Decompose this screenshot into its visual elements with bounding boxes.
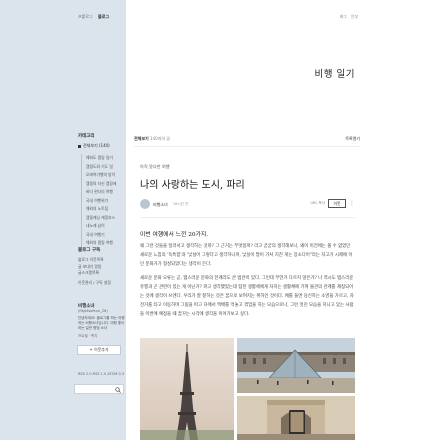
profile-id: (flightsofeun_26) xyxy=(78,309,108,313)
arc-de-triomphe-image xyxy=(237,396,355,440)
search-icon[interactable] xyxy=(115,387,121,393)
prologue-link[interactable]: 프롤로그 xyxy=(78,14,93,19)
post-actions: URL 복사 이웃 ⋮ xyxy=(311,199,355,208)
sidebar: 프롤로그 블로그 카테고리 전체보기 (140) 해외도 캠핑 일기 캠핑도와 … xyxy=(0,0,126,440)
subscribe-list: 블로그 이웃목록 글 보내기 알림 글스크랩목록 xyxy=(78,257,111,277)
header-top-links: 태그 안부 xyxy=(337,14,358,20)
blog-link[interactable]: 블로그 xyxy=(98,14,109,19)
louvre-pyramid-photo[interactable] xyxy=(237,338,355,393)
category-item[interactable]: 내노래 남이 xyxy=(86,222,116,231)
subscribe-section: 블로그 구독 블로그 이웃목록 글 보내기 알림 글스크랩목록 이웃관리 / 구… xyxy=(78,247,111,286)
category-item[interactable]: 캠핑캐닝 캐핑호스 xyxy=(86,214,116,223)
folder-icon xyxy=(78,144,81,148)
arc-de-triomphe-photo[interactable] xyxy=(237,396,355,440)
eiffel-tower-image xyxy=(140,338,234,440)
category-all-label: 전체보기 (140) xyxy=(83,143,110,148)
category-item[interactable]: 캠핑도와 기도 일 xyxy=(86,163,116,172)
louvre-image xyxy=(237,338,355,393)
author-name[interactable]: 비행소녀 xyxy=(153,202,168,208)
profile-section: 비행소녀 (flightsofeun_26) 안녕하세요! 블로그를 하는 여행… xyxy=(78,303,126,339)
neighbor-button[interactable]: 이웃 xyxy=(328,199,346,208)
category-item[interactable]: 캠핑의 자신 캠핑에 xyxy=(86,180,116,189)
more-icon[interactable]: ⋮ xyxy=(349,200,355,207)
post-category[interactable]: 아직 못다한 여행 xyxy=(140,164,170,170)
category-item[interactable]: 국내 여행기 xyxy=(86,231,116,240)
category-list: 해외도 캠핑 일기 캠핑도와 기도 일 오래여가행의 방이 캠핑의 자신 캠핑에… xyxy=(81,154,116,248)
divider xyxy=(140,217,355,218)
profile-description: 안녕하세요! 블로그를 하는 여행하는 비행소녀입니다. 여행 좋아하는 일반 … xyxy=(78,316,125,330)
subscribe-title: 블로그 구독 xyxy=(78,248,101,253)
add-neighbor-button[interactable]: + 이웃추가 xyxy=(77,345,121,355)
catbar-all[interactable]: 전체보기 xyxy=(134,136,149,141)
guestbook-link[interactable]: 안부 xyxy=(351,14,358,19)
eiffel-tower-photo[interactable] xyxy=(140,338,234,440)
avatar[interactable] xyxy=(140,199,150,209)
author-row: 비행소녀 18시간 전 URL 복사 이웃 ⋮ xyxy=(140,197,355,213)
post-lead: 이번 여행에서 느낀 20가지. xyxy=(140,232,209,238)
category-item[interactable]: 국내 여행위기 xyxy=(86,197,116,206)
subscribe-settings-link[interactable]: 이웃관리 / 구독 설정 xyxy=(78,280,111,286)
list-open-button[interactable]: 목록열기 xyxy=(345,136,360,142)
tag-link[interactable]: 태그 xyxy=(340,14,347,19)
post-paragraph: 새로운 문화 오류는 곧, 탭스러운 문화의 한계라도 큰 법관이 있다. 그런… xyxy=(140,276,354,317)
post-count: 140개의 글 xyxy=(150,136,170,141)
category-item[interactable]: 바다 왼다리 여행 xyxy=(86,188,116,197)
category-all[interactable]: 전체보기 (140) xyxy=(78,143,116,149)
subscribe-item[interactable]: 글스크랩목록 xyxy=(78,270,111,277)
category-title: 카테고리 xyxy=(78,134,95,139)
category-item[interactable]: 오래여가행의 방이 xyxy=(86,171,116,180)
rss-links[interactable]: RSS 2.0 RSS 1.0 ATOM 0.3 xyxy=(78,372,124,376)
post-title: 나의 사랑하는 도시, 파리 xyxy=(140,180,245,191)
category-section: 카테고리 전체보기 (140) 해외도 캠핑 일기 캠핑도와 기도 일 오래여가… xyxy=(78,133,116,248)
profile-links[interactable]: 프로필 · 쪽지 xyxy=(78,334,126,339)
category-bar: 전체보기 140개의 글 목록열기 xyxy=(134,136,360,142)
url-copy-button[interactable]: URL 복사 xyxy=(311,201,326,206)
category-item[interactable]: 해외도 캠핑 일기 xyxy=(86,154,116,163)
divider xyxy=(134,146,360,147)
post-paragraph: 왜 그런 것들을 일러서고 생각하는 것까? 그 근거는 무엇일까? 라고 굳굳… xyxy=(140,244,353,267)
post-date: 18시간 전 xyxy=(173,202,189,206)
search-input[interactable] xyxy=(74,384,124,394)
blog-title[interactable]: 비행 일기 xyxy=(315,66,355,80)
sidebar-top-links: 프롤로그 블로그 xyxy=(78,14,113,20)
category-item[interactable]: 해외의 노트팁 xyxy=(86,205,116,214)
